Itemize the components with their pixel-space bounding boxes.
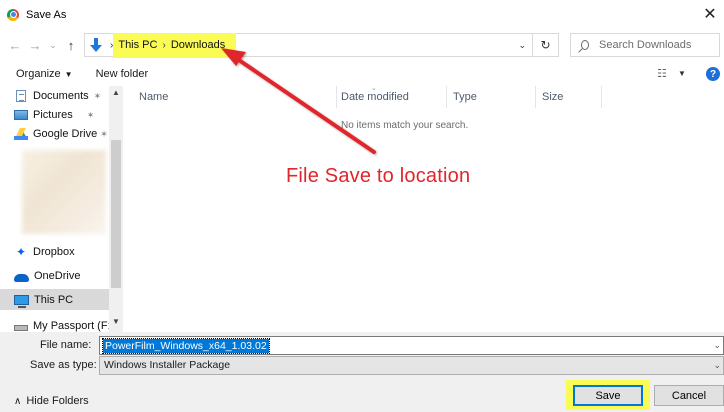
sidebar-item-label: This PC xyxy=(34,294,74,306)
save-as-type-value: Windows Installer Package xyxy=(104,359,231,371)
address-dropdown-icon[interactable]: ⌄ xyxy=(518,40,526,51)
refresh-button[interactable]: ↻ xyxy=(533,33,559,57)
breadcrumb-downloads[interactable]: Downloads xyxy=(171,39,225,51)
column-header-name[interactable]: Name xyxy=(139,91,168,103)
breadcrumb: › This PC › Downloads xyxy=(105,39,225,51)
forward-button[interactable]: → xyxy=(28,35,42,55)
column-divider xyxy=(535,86,536,108)
new-folder-button[interactable]: New folder xyxy=(96,68,149,80)
sidebar-item-label: My Passport (F:) xyxy=(33,320,115,332)
empty-folder-message: No items match your search. xyxy=(341,120,469,131)
address-row: ← → ⌄ ↑ › This PC › Downloads ⌄ ↻ xyxy=(0,29,724,61)
help-button[interactable]: ? xyxy=(706,67,720,81)
address-bar[interactable]: › This PC › Downloads ⌄ xyxy=(84,33,533,58)
pin-icon: ✶ xyxy=(86,109,95,120)
sidebar-item-onedrive[interactable]: OneDrive xyxy=(14,266,80,286)
view-options-icon[interactable]: ☷ xyxy=(657,67,667,80)
blurred-region xyxy=(22,150,106,234)
search-icon xyxy=(581,40,589,50)
chevron-down-icon: ▼ xyxy=(64,70,73,79)
save-as-type-label: Save as type: xyxy=(30,359,97,371)
file-name-value[interactable]: PowerFilm_Windows_x64_1.03.02 xyxy=(102,338,270,354)
sidebar-item-dropbox[interactable]: ✦ Dropbox xyxy=(14,242,75,262)
pin-icon: ✶ xyxy=(93,90,102,101)
breadcrumb-this-pc[interactable]: This PC xyxy=(118,39,157,51)
hide-folders-label: Hide Folders xyxy=(26,395,89,407)
column-divider xyxy=(446,86,447,108)
column-header-size[interactable]: Size xyxy=(542,91,563,103)
file-list: Name ⌄ Date modified Type Size No items … xyxy=(123,85,724,332)
save-form: File name: PowerFilm_Windows_x64_1.03.02… xyxy=(0,332,724,412)
sidebar-item-this-pc[interactable]: This PC xyxy=(14,290,73,310)
sidebar-item-pictures[interactable]: Pictures ✶ xyxy=(14,105,94,125)
breadcrumb-separator: › xyxy=(110,39,114,51)
scroll-down-icon[interactable]: ▼ xyxy=(112,317,120,326)
drive-icon xyxy=(14,325,28,331)
breadcrumb-separator: › xyxy=(162,39,166,51)
organize-label: Organize xyxy=(16,68,61,80)
chevron-down-icon[interactable]: ▼ xyxy=(678,69,686,78)
sidebar-item-label: Dropbox xyxy=(33,246,75,258)
navigation-pane: Documents ✶ Pictures ✶ Google Drive ✶ ✦ … xyxy=(0,86,123,332)
pictures-icon xyxy=(14,110,28,120)
close-button[interactable]: ✕ xyxy=(698,3,722,25)
up-button[interactable]: ↑ xyxy=(64,35,78,55)
chevron-down-icon[interactable]: ⌄ xyxy=(713,360,721,371)
organize-button[interactable]: Organize ▼ xyxy=(16,68,73,80)
navigation-scrollbar[interactable]: ▲ ▼ xyxy=(109,86,123,332)
sidebar-item-label: Documents xyxy=(33,90,89,102)
sidebar-item-label: Google Drive xyxy=(33,128,98,140)
annotation-label: File Save to location xyxy=(286,165,471,187)
recent-locations-button[interactable]: ⌄ xyxy=(46,35,60,55)
column-header-type[interactable]: Type xyxy=(453,91,477,103)
title-bar: Save As ✕ xyxy=(0,0,724,29)
chrome-icon xyxy=(7,8,19,21)
column-header-date-modified[interactable]: Date modified xyxy=(341,91,409,103)
back-button[interactable]: ← xyxy=(8,35,22,55)
sidebar-item-label: Pictures xyxy=(33,109,73,121)
command-bar: Organize ▼ New folder ☷ ▼ ? xyxy=(0,64,724,84)
documents-icon xyxy=(16,90,26,102)
chevron-up-icon: ∧ xyxy=(14,396,22,407)
sidebar-item-google-drive[interactable]: Google Drive ✶ xyxy=(14,124,108,144)
column-divider xyxy=(601,86,602,108)
pin-icon: ✶ xyxy=(100,128,108,139)
scroll-up-icon[interactable]: ▲ xyxy=(112,88,120,97)
sidebar-item-my-passport[interactable]: My Passport (F:) xyxy=(14,316,114,332)
chevron-down-icon[interactable]: ⌄ xyxy=(713,340,721,351)
sidebar-item-documents[interactable]: Documents ✶ xyxy=(14,86,101,106)
file-name-label: File name: xyxy=(40,339,92,351)
cancel-button[interactable]: Cancel xyxy=(654,385,724,406)
scrollbar-thumb[interactable] xyxy=(111,140,121,288)
hide-folders-button[interactable]: ∧ Hide Folders xyxy=(14,395,89,407)
column-divider xyxy=(336,86,337,108)
google-drive-icon xyxy=(14,128,28,140)
this-pc-icon xyxy=(14,295,29,308)
window-title: Save As xyxy=(26,8,67,21)
downloads-icon xyxy=(90,38,102,52)
search-box[interactable] xyxy=(570,33,720,57)
file-name-input[interactable]: PowerFilm_Windows_x64_1.03.02 ⌄ xyxy=(99,336,724,355)
save-as-type-select[interactable]: Windows Installer Package ⌄ xyxy=(99,356,724,375)
sidebar-item-label: OneDrive xyxy=(34,270,81,282)
save-button[interactable]: Save xyxy=(573,385,643,406)
onedrive-icon xyxy=(14,273,29,282)
dropbox-icon: ✦ xyxy=(15,245,27,259)
search-input[interactable] xyxy=(599,39,719,51)
